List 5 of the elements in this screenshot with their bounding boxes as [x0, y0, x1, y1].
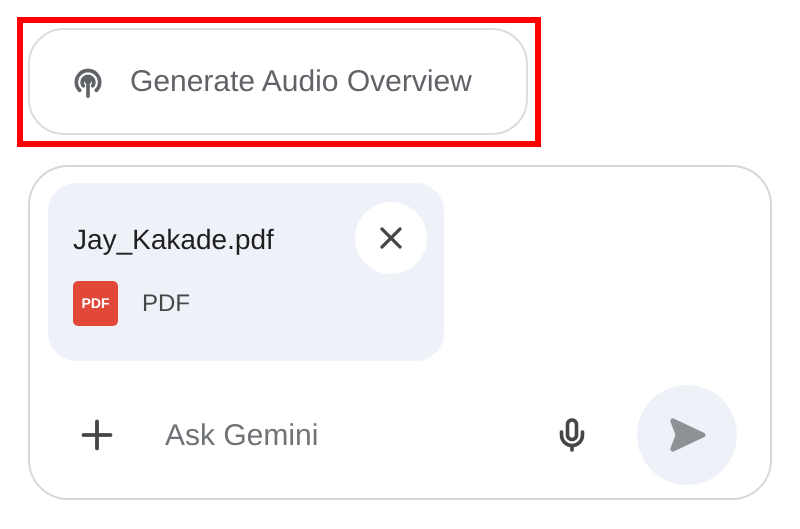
pdf-badge: PDF: [73, 281, 118, 326]
generate-audio-button[interactable]: Generate Audio Overview: [28, 28, 528, 135]
file-name: Jay_Kakade.pdf: [73, 223, 274, 257]
prompt-input[interactable]: Ask Gemini: [165, 412, 535, 458]
file-type: PDF: [142, 288, 190, 318]
